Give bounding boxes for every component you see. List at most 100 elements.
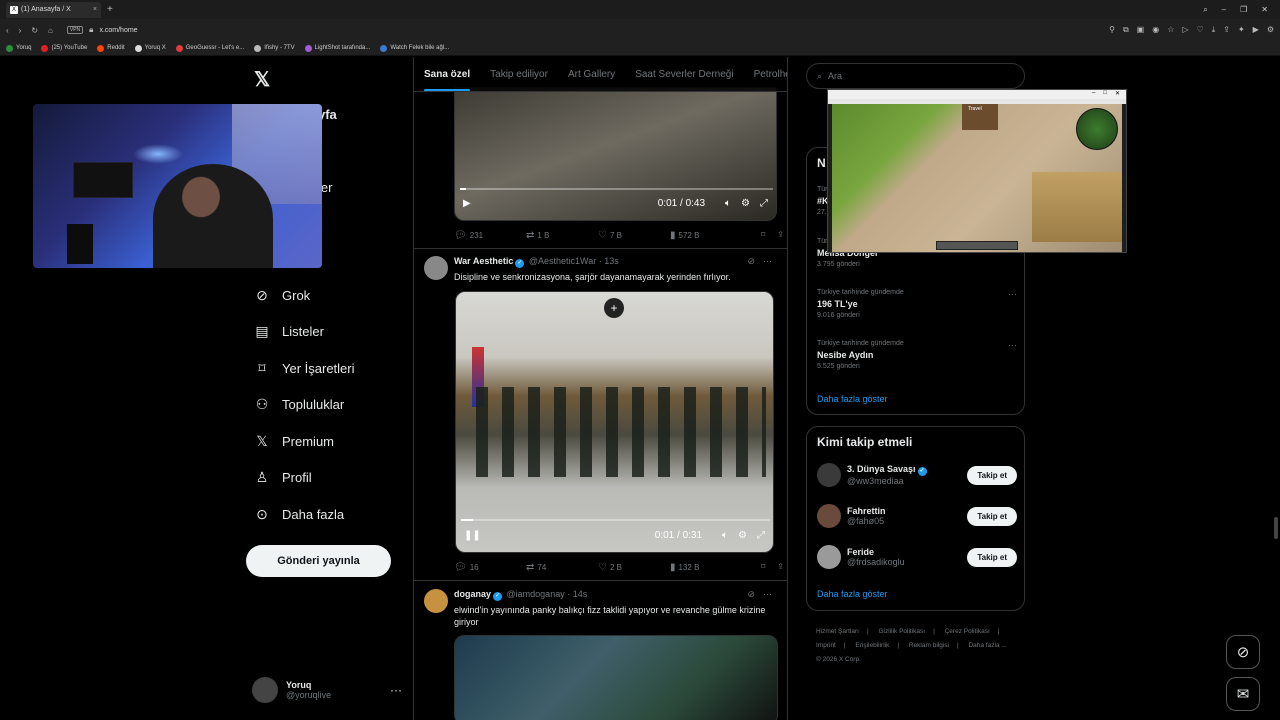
share-icon[interactable]: ⇪ (1223, 25, 1230, 35)
show-more-link[interactable]: Daha fazla göster (817, 394, 888, 404)
more-dots-icon[interactable]: ··· (1008, 289, 1017, 299)
new-tab-icon[interactable]: + (107, 4, 113, 15)
avatar[interactable] (424, 256, 448, 280)
post-button[interactable]: Gönderi yayınla (246, 545, 391, 577)
bookmark-item[interactable]: Watch Felek bile ağl... (380, 44, 449, 52)
pause-icon[interactable]: ❚❚ (464, 530, 481, 541)
minimize-icon[interactable]: – (1092, 90, 1095, 99)
bookmark-item[interactable]: Yoruq (6, 44, 31, 52)
search-input[interactable]: ⌕ Ara (806, 63, 1025, 89)
tab-petrolheads[interactable]: Petrolhe (754, 69, 787, 80)
home-icon[interactable]: ⌂ (48, 26, 53, 35)
screenshot-icon[interactable]: ⧉ (1123, 25, 1129, 35)
grok-float-button[interactable]: ⊘ (1226, 635, 1260, 669)
play-icon[interactable]: ▶ (463, 198, 471, 209)
reload-icon[interactable]: ↻ (31, 26, 38, 35)
close-tab-icon[interactable]: × (93, 6, 97, 13)
share-icon[interactable]: ⇪ (777, 230, 784, 241)
add-icon[interactable]: + (604, 298, 624, 318)
tweet-video[interactable]: ▶ 0:01 / 0:43 🔈︎ ⚙ ⤢ (454, 87, 777, 221)
nav-item-grok[interactable]: ⊘ Grok (254, 287, 310, 303)
footer-link[interactable]: Erişilebilirlik (855, 642, 889, 649)
footer-link[interactable]: Imprint (816, 642, 836, 649)
more-dots-icon[interactable]: ··· (763, 589, 772, 600)
more-dots-icon[interactable]: ··· (390, 683, 402, 697)
bookmark-star-icon[interactable]: ☆ (1167, 25, 1174, 35)
follow-suggestion[interactable]: Feride @frdsadikoglu Takip et (817, 545, 1017, 569)
bookmark-item[interactable]: LightShot tarafında... (304, 44, 370, 52)
nav-item-bookmarks[interactable]: ⌑ Yer İşaretleri (254, 360, 354, 376)
footer-link[interactable]: Hizmet Şartları (816, 628, 859, 635)
avatar[interactable] (424, 589, 448, 613)
tweet-video[interactable] (454, 635, 778, 720)
bookmark-item[interactable]: (25) YouTube (41, 44, 87, 52)
bookmark-item[interactable]: Yoruq X (134, 44, 166, 52)
account-switcher[interactable]: Yoruq @yoruqlive ··· (252, 677, 402, 703)
back-icon[interactable]: ‹ (6, 26, 9, 35)
tab-following[interactable]: Takip ediliyor (490, 69, 548, 80)
follow-button[interactable]: Takip et (967, 506, 1017, 526)
retweet-button[interactable]: ⇄ 74 (526, 562, 598, 573)
trend-item[interactable]: Türkiye tarihinde gündemde 196 TL'ye 9.0… (817, 289, 1017, 319)
search-tabs-icon[interactable]: ⌕ (1203, 5, 1207, 15)
bookmark-icon[interactable]: ⌑ (761, 230, 765, 241)
volume-icon[interactable]: 🔈︎ (725, 198, 731, 209)
maximize-icon[interactable]: ❐ (1240, 5, 1247, 15)
page-scrollbar[interactable] (1274, 517, 1278, 539)
grok-icon[interactable]: ⊘ (747, 589, 755, 600)
fullscreen-icon[interactable]: ⤢ (757, 530, 765, 541)
wallet-icon[interactable]: ▣ (1137, 25, 1145, 35)
footer-link[interactable]: Gizlilik Politikası (879, 628, 926, 635)
forward-icon[interactable]: › (19, 26, 22, 35)
media-play-icon[interactable]: ▶ (1253, 25, 1259, 35)
follow-button[interactable]: Takip et (967, 465, 1017, 485)
nav-item-lists[interactable]: ▤ Listeler (254, 323, 324, 339)
fullscreen-icon[interactable]: ⤢ (760, 198, 768, 209)
tab-art-gallery[interactable]: Art Gallery (568, 69, 615, 80)
close-window-icon[interactable]: ✕ (1261, 5, 1268, 15)
bookmark-item[interactable]: Reddit (97, 44, 125, 52)
reply-button[interactable]: 💬︎ 231 (454, 230, 526, 241)
show-more-link[interactable]: Daha fazla göster (817, 589, 888, 599)
views-button[interactable]: ▮ 132 B (670, 562, 742, 573)
play-icon[interactable]: ▷ (1182, 25, 1188, 35)
tab-for-you[interactable]: Sana özel (424, 69, 471, 91)
messages-float-button[interactable]: ✉ (1226, 677, 1260, 711)
tweet-author-handle[interactable]: @iamdoganay · 14s (507, 589, 588, 599)
share-icon[interactable]: ⇪ (777, 562, 784, 573)
tweet-author-name[interactable]: doganay (454, 589, 491, 599)
bookmark-item[interactable]: GeoGuessr - Let's e... (175, 44, 244, 52)
video-progress-bar[interactable] (461, 519, 770, 521)
nav-item-communities[interactable]: ⚇ Topluluklar (254, 396, 344, 412)
trend-item[interactable]: Türkiye tarihinde gündemde Nesibe Aydın … (817, 340, 1017, 370)
footer-link[interactable]: Çerez Politikası (945, 628, 990, 635)
zoom-icon[interactable]: ⚲ (1109, 25, 1115, 35)
maximize-icon[interactable]: □ (1103, 90, 1107, 99)
like-button[interactable]: ♡ 7 B (598, 230, 670, 241)
retweet-button[interactable]: ⇄ 1 B (526, 230, 598, 241)
nav-item-more[interactable]: ⊙ Daha fazla (254, 506, 344, 522)
tweet-video[interactable]: + ❚❚ 0:01 / 0:31 🔈︎ ⚙ ⤢ (455, 291, 774, 553)
tweet-author-handle[interactable]: @Aesthetic1War · 13s (529, 256, 619, 266)
settings-icon[interactable]: ⚙ (1267, 25, 1274, 35)
close-icon[interactable]: ✕ (1115, 90, 1120, 99)
footer-link[interactable]: Reklam bilgisi (909, 642, 949, 649)
grok-icon[interactable]: ⊘ (747, 256, 755, 267)
bookmark-item[interactable]: Ifishy - 7TV (254, 44, 295, 52)
footer-link[interactable]: Daha fazla ... (968, 642, 1006, 649)
more-dots-icon[interactable]: ··· (1008, 340, 1017, 350)
follow-suggestion[interactable]: Fahrettin @fahø05 Takip et (817, 504, 1017, 528)
download-icon[interactable]: ⤓ (1212, 25, 1216, 35)
settings-icon[interactable]: ⚙ (738, 530, 747, 541)
like-button[interactable]: ♡ 2 B (598, 562, 670, 573)
follow-suggestion[interactable]: 3. Dünya Savaşı ✓ @ww3mediaa Takip et (817, 463, 1017, 487)
url-text[interactable]: x.com/home (99, 27, 137, 34)
nav-item-premium[interactable]: 𝕏 Premium (254, 433, 334, 449)
settings-icon[interactable]: ⚙ (741, 198, 750, 209)
vpn-badge[interactable]: VPN (66, 26, 84, 34)
minimize-icon[interactable]: – (1222, 5, 1226, 15)
camera-icon[interactable]: ◉ (1152, 25, 1159, 35)
volume-icon[interactable]: 🔈︎ (722, 530, 728, 541)
video-progress-bar[interactable] (460, 188, 773, 190)
nav-item-profile[interactable]: ♙ Profil (254, 469, 312, 485)
